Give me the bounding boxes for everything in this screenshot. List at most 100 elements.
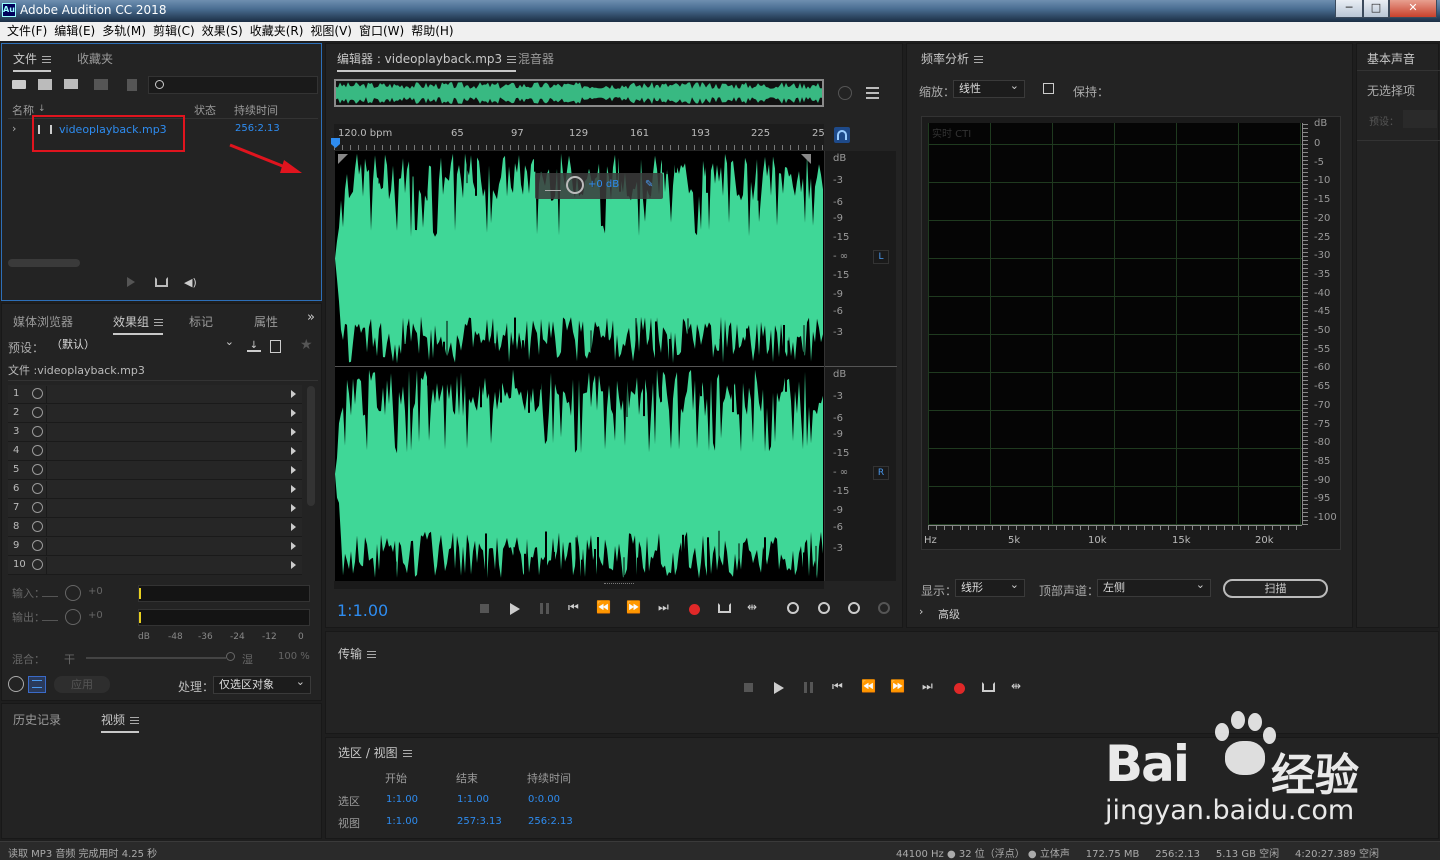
import-icon[interactable] <box>38 79 52 90</box>
slot-arrow-icon[interactable] <box>291 409 296 417</box>
log-scale-icon[interactable] <box>1043 83 1054 94</box>
tab-effects-rack[interactable]: 效果组 <box>113 313 164 335</box>
column-duration[interactable]: 持续时间 <box>234 102 278 118</box>
top-channel-dropdown[interactable]: 左侧 <box>1097 577 1211 597</box>
selection-duration[interactable]: 0:0.00 <box>528 794 560 805</box>
slot-arrow-icon[interactable] <box>291 542 296 550</box>
pause-button[interactable] <box>540 603 549 614</box>
save-preset-icon[interactable]: ↓ <box>247 340 261 352</box>
menu-effects[interactable]: 效果(S) <box>202 22 243 41</box>
selection-end[interactable]: 1:1.00 <box>457 794 489 805</box>
zoom-out-time-icon[interactable] <box>878 602 890 614</box>
current-time[interactable]: 1:1.00 <box>337 601 388 620</box>
slot-arrow-icon[interactable] <box>291 466 296 474</box>
play-preview-icon[interactable] <box>127 277 135 287</box>
time-ruler[interactable]: 120.0 bpm 65 97 129 161 193 225 25 <box>334 124 825 150</box>
effect-slot[interactable]: 1 <box>8 385 302 404</box>
view-start[interactable]: 1:1.00 <box>386 816 418 827</box>
power-icon[interactable] <box>32 502 43 513</box>
menu-window[interactable]: 窗口(W) <box>359 22 404 41</box>
panel-menu-icon[interactable] <box>42 56 52 63</box>
transport-pause-button[interactable] <box>804 682 813 693</box>
panel-menu-icon[interactable] <box>130 717 140 724</box>
slot-arrow-icon[interactable] <box>291 561 296 569</box>
delete-preset-icon[interactable] <box>270 340 281 353</box>
power-icon[interactable] <box>32 388 43 399</box>
tab-files[interactable]: 文件 <box>13 50 52 72</box>
skip-selection-button[interactable]: ⇹ <box>747 600 757 614</box>
transport-rewind-button[interactable]: ⏪ <box>861 679 876 693</box>
advanced-chevron-icon[interactable]: › <box>919 605 923 618</box>
effect-slot[interactable]: 4 <box>8 442 302 461</box>
waveform-area[interactable]: +0 dB ✎ <box>335 151 824 581</box>
file-search-input[interactable] <box>148 76 318 94</box>
horizontal-scrollbar[interactable] <box>8 259 80 267</box>
open-folder-icon[interactable] <box>12 80 26 89</box>
transport-record-button[interactable] <box>954 683 965 694</box>
panel-overflow-icon[interactable]: » <box>307 310 315 325</box>
effect-slot[interactable]: 8 <box>8 518 302 537</box>
minimize-button[interactable]: ─ <box>1335 0 1363 18</box>
menu-clip[interactable]: 剪辑(C) <box>153 22 195 41</box>
tab-markers[interactable]: 标记 <box>189 313 213 330</box>
effects-scrollbar[interactable] <box>307 386 315 506</box>
play-button[interactable] <box>510 603 520 615</box>
panel-menu-icon[interactable] <box>974 56 984 63</box>
view-end[interactable]: 257:3.13 <box>457 816 502 827</box>
spectral-toggle-icon[interactable] <box>866 87 879 99</box>
autoplay-icon[interactable]: ◀) <box>184 276 200 289</box>
gain-hud[interactable]: +0 dB ✎ <box>535 173 663 199</box>
new-file-icon[interactable] <box>64 79 78 89</box>
overview-navigator[interactable] <box>334 79 824 107</box>
power-icon[interactable] <box>32 540 43 551</box>
maximize-button[interactable]: □ <box>1363 0 1389 18</box>
menu-help[interactable]: 帮助(H) <box>411 22 453 41</box>
zoom-in-amplitude-icon[interactable] <box>787 602 799 614</box>
expand-chevron-icon[interactable]: › <box>12 122 16 135</box>
power-icon[interactable] <box>32 445 43 456</box>
fast-forward-button[interactable]: ⏩ <box>626 600 641 614</box>
output-gain-knob[interactable] <box>65 609 81 625</box>
record-button[interactable] <box>689 604 700 615</box>
panel-menu-icon[interactable] <box>507 56 517 63</box>
menu-multitrack[interactable]: 多轨(M) <box>102 22 146 41</box>
transport-stop-button[interactable] <box>744 683 753 692</box>
effect-slot[interactable]: 7 <box>8 499 302 518</box>
transport-go-end-button[interactable]: ⏭ <box>922 679 933 694</box>
list-view-icon[interactable] <box>28 676 46 693</box>
effect-slot[interactable]: 10 <box>8 556 302 575</box>
tab-editor[interactable]: 编辑器 : videoplayback.mp3 <box>337 50 517 72</box>
favorite-star-icon[interactable]: ★ <box>300 337 313 353</box>
slot-arrow-icon[interactable] <box>291 504 296 512</box>
tab-mixer[interactable]: 混音器 <box>518 50 554 67</box>
effect-slot[interactable]: 5 <box>8 461 302 480</box>
tab-media-browser[interactable]: 媒体浏览器 <box>13 313 73 330</box>
mix-slider-thumb[interactable] <box>226 652 235 661</box>
effect-slot[interactable]: 2 <box>8 404 302 423</box>
essential-title[interactable]: 基本声音 <box>1367 50 1415 67</box>
scan-button[interactable]: 扫描 <box>1223 579 1328 598</box>
slot-arrow-icon[interactable] <box>291 485 296 493</box>
input-gain-knob[interactable] <box>65 585 81 601</box>
stop-button[interactable] <box>480 604 489 613</box>
display-dropdown[interactable]: 线形 <box>955 577 1025 597</box>
zoom-in-time-icon[interactable] <box>848 602 860 614</box>
column-status[interactable]: 状态 <box>194 102 216 118</box>
tab-video[interactable]: 视频 <box>101 711 140 733</box>
panel-menu-icon[interactable] <box>402 750 412 757</box>
panel-menu-icon[interactable] <box>367 651 377 658</box>
tab-favorites[interactable]: 收藏夹 <box>77 50 113 67</box>
transport-fast-forward-button[interactable]: ⏩ <box>890 679 905 693</box>
effect-slot[interactable]: 6 <box>8 480 302 499</box>
waveform-h-scrollbar[interactable] <box>334 581 824 589</box>
menu-view[interactable]: 视图(V) <box>310 22 352 41</box>
transport-play-button[interactable] <box>774 682 784 694</box>
close-button[interactable]: ✕ <box>1389 0 1437 18</box>
power-icon[interactable] <box>32 464 43 475</box>
selection-start[interactable]: 1:1.00 <box>386 794 418 805</box>
preset-dropdown[interactable]: （默认） <box>46 334 239 355</box>
loop-preview-icon[interactable] <box>155 277 168 287</box>
menu-edit[interactable]: 编辑(E) <box>54 22 95 41</box>
loop-button[interactable] <box>718 603 731 613</box>
slot-arrow-icon[interactable] <box>291 390 296 398</box>
